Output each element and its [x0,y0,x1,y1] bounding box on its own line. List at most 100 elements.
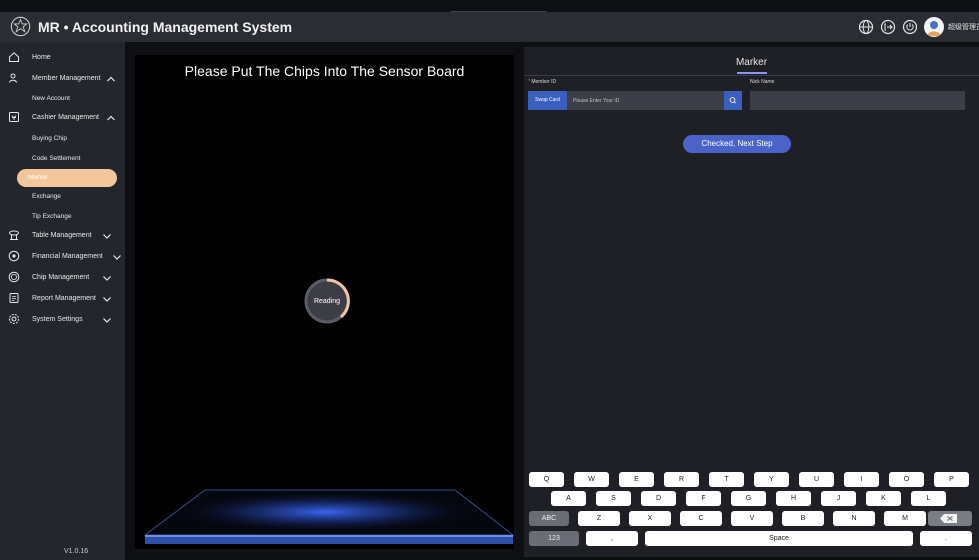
members-icon [9,73,17,83]
chevron-up-icon [107,76,115,82]
key-123-toggle[interactable]: 123 [529,531,579,546]
member-id-label-text: Member ID [531,79,557,85]
reading-status: Reading [313,298,341,305]
globe-icon[interactable] [858,19,874,35]
sidebar-item-label: Financial Management [32,253,103,260]
sidebar-item-home[interactable]: Home [0,48,125,68]
sidebar-item-report-management[interactable]: Report Management [0,289,125,309]
home-icon [9,52,19,62]
user-avatar-icon [927,21,941,36]
chevron-down-icon [103,234,111,239]
sensor-board [143,489,514,544]
key-c[interactable]: C [680,511,722,526]
key-t[interactable]: T [709,472,744,487]
divider [524,75,979,76]
tab-active-indicator [737,72,767,74]
marker-form-panel: Marker * Member ID Nick Name Swap Card C… [524,47,979,557]
nick-name-label: Nick Name [750,79,775,85]
sidebar-item-label: Cashier Management [32,114,99,121]
sensor-title: Please Put The Chips Into The Sensor Boa… [184,63,465,79]
sidebar-item-member-management[interactable]: Member Management [0,69,125,89]
key-n[interactable]: N [833,511,875,526]
key-s[interactable]: S [596,491,631,506]
chevron-down-icon [103,276,111,281]
table-icon [9,230,19,240]
chevron-down-icon [103,297,111,302]
key-y[interactable]: Y [754,472,789,487]
key-a[interactable]: A [551,491,586,506]
sidebar-item-label: Marker [28,174,49,181]
next-step-button[interactable]: Checked, Next Step [683,135,791,153]
backspace-key[interactable] [928,511,972,526]
key-l[interactable]: L [911,491,946,506]
key-g[interactable]: G [731,491,766,506]
sidebar-item-label: Member Management [32,75,101,82]
sidebar-item-label: Buying Chip [32,135,68,142]
key-m[interactable]: M [884,511,926,526]
member-id-label: * Member ID [528,79,556,85]
chevron-down-icon [103,318,111,323]
key-h[interactable]: H [776,491,811,506]
sidebar-item-label: Chip Management [32,274,90,281]
sidebar-item-system-settings[interactable]: System Settings [0,310,125,330]
tab-marker[interactable]: Marker [524,57,979,68]
sidebar-item-tip-exchange[interactable]: Tip Exchange [0,208,125,226]
avatar[interactable] [924,17,944,37]
key-i[interactable]: I [844,472,879,487]
key-w[interactable]: W [574,472,609,487]
key-abc-toggle[interactable]: ABC [529,511,569,526]
key-k[interactable]: K [866,491,901,506]
settings-icon [8,313,20,325]
sidebar-item-cashier-management[interactable]: Cashier Management [0,108,125,128]
nick-name-input[interactable] [750,91,965,110]
chevron-down-icon [113,255,121,260]
swap-card-button[interactable]: Swap Card [528,91,567,110]
user-name: 超级管理员 [948,24,979,31]
power-icon[interactable] [902,19,918,35]
sidebar-item-label: Exchange [32,193,61,200]
chevron-up-icon [107,115,115,121]
key-comma[interactable]: , [586,531,638,546]
member-id-input[interactable] [567,91,724,110]
sidebar-item-label: Table Management [32,232,92,239]
key-space[interactable]: Space [645,531,913,546]
key-b[interactable]: B [782,511,824,526]
sidebar-item-label: System Settings [32,316,83,323]
search-button[interactable] [724,91,742,110]
key-d[interactable]: D [641,491,676,506]
key-j[interactable]: J [821,491,856,506]
sidebar-item-financial-management[interactable]: Financial Management [0,247,125,267]
search-icon [729,97,736,104]
key-e[interactable]: E [619,472,654,487]
backspace-icon [940,514,957,523]
key-period[interactable]: . [920,531,972,546]
app-title: MR • Accounting Management System [38,19,293,35]
required-mark: * [528,79,530,85]
report-icon [9,293,19,303]
key-o[interactable]: O [889,472,924,487]
key-q[interactable]: Q [529,472,564,487]
sidebar-item-code-settlement[interactable]: Code Settlement [0,150,125,168]
sidebar-item-new-account[interactable]: New Account [0,90,125,108]
key-f[interactable]: F [686,491,721,506]
sidebar-item-buying-chip[interactable]: Buying Chip [0,130,125,148]
sidebar-item-marker[interactable]: Marker [17,169,117,187]
sidebar-item-label: Report Management [32,295,96,302]
sensor-panel: Please Put The Chips Into The Sensor Boa… [135,55,514,549]
sidebar-item-chip-management[interactable]: Chip Management [0,268,125,288]
key-p[interactable]: P [934,472,969,487]
key-z[interactable]: Z [578,511,620,526]
app-version: V1.0.16 [64,548,89,555]
logout-icon[interactable] [880,19,896,35]
sidebar-item-label: Code Settlement [32,155,81,162]
sidebar-item-exchange[interactable]: Exchange [0,188,125,206]
sidebar-item-label: Home [32,54,51,61]
cashier-icon [9,112,19,122]
key-u[interactable]: U [799,472,834,487]
key-x[interactable]: X [629,511,671,526]
chip-icon [8,271,20,283]
sidebar: Home Member Management New Account Cashi… [0,42,125,560]
sidebar-item-table-management[interactable]: Table Management [0,226,125,246]
key-r[interactable]: R [664,472,699,487]
key-v[interactable]: V [731,511,773,526]
